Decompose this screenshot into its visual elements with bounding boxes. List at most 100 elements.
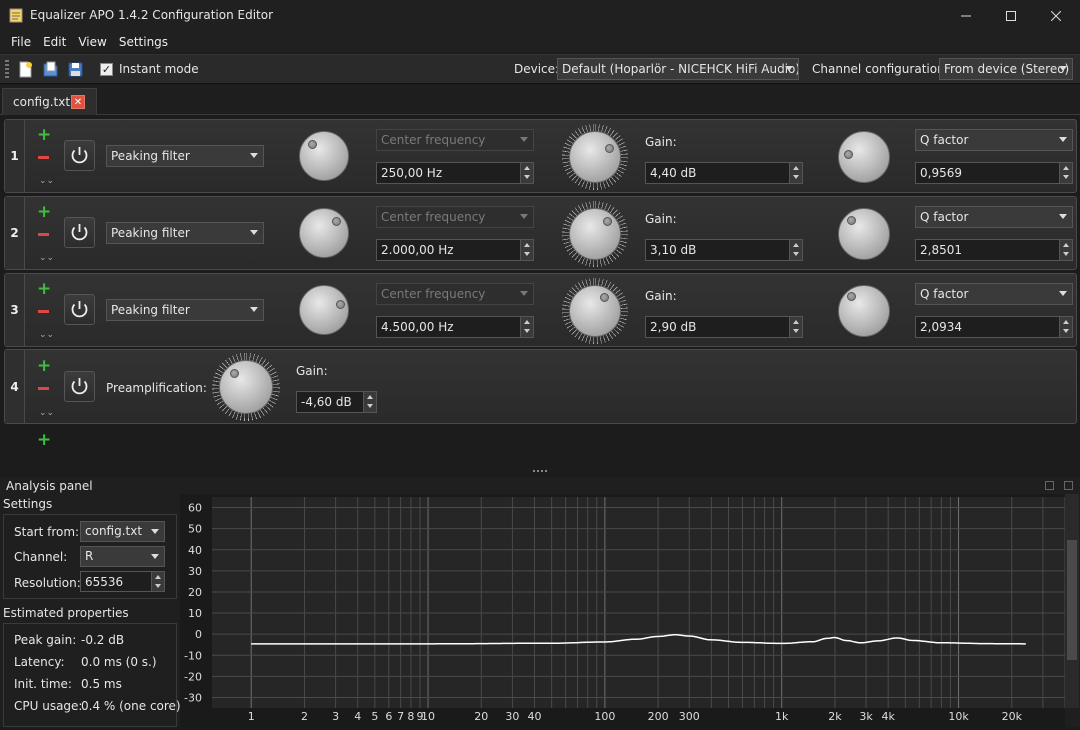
add-filter-icon[interactable]: +	[37, 127, 51, 144]
expand-icon[interactable]: ⌄⌄	[39, 330, 54, 340]
filter-number: 4	[5, 350, 25, 423]
start-from-select[interactable]: config.txt	[80, 521, 165, 542]
gain-input[interactable]: 3,10 dB	[645, 239, 803, 261]
frequency-value: 4.500,00 Hz	[381, 320, 454, 334]
gain-input[interactable]: 2,90 dB	[645, 316, 803, 338]
remove-filter-icon[interactable]	[38, 387, 49, 390]
menu-file[interactable]: File	[6, 32, 36, 53]
spin-buttons[interactable]	[789, 317, 802, 337]
spin-buttons[interactable]	[520, 240, 533, 260]
frequency-mode-select: Center frequency	[376, 283, 534, 305]
spin-buttons[interactable]	[789, 163, 802, 183]
gain-value: 4,40 dB	[650, 166, 697, 180]
q-mode-select[interactable]: Q factor	[915, 206, 1073, 228]
spin-buttons[interactable]	[363, 392, 376, 412]
channel-config-select[interactable]: From device (Stereo)	[939, 58, 1073, 80]
frequency-knob[interactable]	[299, 131, 349, 181]
spin-buttons[interactable]	[520, 317, 533, 337]
remove-filter-icon[interactable]	[38, 233, 49, 236]
frequency-input[interactable]: 2.000,00 Hz	[376, 239, 534, 261]
frequency-input[interactable]: 4.500,00 Hz	[376, 316, 534, 338]
y-tick-label: 10	[188, 607, 202, 620]
q-mode-select[interactable]: Q factor	[915, 283, 1073, 305]
spin-buttons[interactable]	[1059, 317, 1072, 337]
add-filter-icon[interactable]: +	[37, 358, 51, 375]
app-icon	[9, 8, 23, 23]
remove-filter-icon[interactable]	[38, 156, 49, 159]
spin-buttons[interactable]	[1059, 240, 1072, 260]
close-panel-icon[interactable]	[1064, 481, 1073, 490]
frequency-input[interactable]: 250,00 Hz	[376, 162, 534, 184]
frequency-knob[interactable]	[299, 285, 349, 335]
q-factor-knob[interactable]	[838, 131, 890, 183]
filter-type-select[interactable]: Peaking filter	[106, 222, 264, 244]
spin-buttons[interactable]	[1059, 163, 1072, 183]
q-mode-select[interactable]: Q factor	[915, 129, 1073, 151]
gain-knob[interactable]	[569, 285, 621, 337]
instant-mode-checkbox[interactable]: ✓	[100, 63, 113, 76]
filter-row: 3 + ⌄⌄ Peaking filter Center frequency 4…	[4, 273, 1077, 347]
power-toggle-button[interactable]	[64, 371, 95, 402]
add-filter-icon[interactable]: +	[37, 281, 51, 298]
preamp-gain-input[interactable]: -4,60 dB	[296, 391, 377, 413]
close-button[interactable]	[1033, 0, 1079, 32]
toolbar-grip[interactable]	[5, 60, 9, 80]
frequency-knob[interactable]	[299, 208, 349, 258]
graph-vertical-scrollbar[interactable]	[1065, 494, 1079, 708]
close-tab-icon[interactable]: ✕	[71, 95, 85, 109]
q-factor-input[interactable]: 2,0934	[915, 316, 1073, 338]
y-tick-label: -10	[184, 649, 202, 662]
expand-icon[interactable]: ⌄⌄	[39, 176, 54, 186]
x-tick-label: 1	[248, 710, 255, 723]
maximize-button[interactable]	[988, 0, 1034, 32]
scrollbar-thumb[interactable]	[1067, 540, 1077, 660]
gain-knob[interactable]	[569, 131, 621, 183]
add-filter-icon[interactable]: +	[37, 204, 51, 221]
panel-splitter[interactable]	[0, 466, 1080, 476]
knob-indicator	[847, 292, 856, 301]
preamp-gain-knob[interactable]	[219, 360, 273, 414]
menu-edit[interactable]: Edit	[38, 32, 71, 53]
open-file-icon[interactable]	[42, 61, 59, 78]
gain-input[interactable]: 4,40 dB	[645, 162, 803, 184]
spin-buttons[interactable]	[151, 572, 164, 591]
spin-buttons[interactable]	[520, 163, 533, 183]
frequency-response-graph[interactable]: 60 50 40 30 20 10 0 -10 -20 -30 1 2 3 4 5 6 7 8 9 10 20 30 40 1…	[180, 494, 1066, 727]
minimize-button[interactable]	[943, 0, 989, 32]
menu-settings[interactable]: Settings	[114, 32, 173, 53]
channel-config-label: Channel configuration:	[812, 62, 949, 76]
gain-knob[interactable]	[569, 208, 621, 260]
q-factor-knob[interactable]	[838, 208, 890, 260]
new-file-icon[interactable]	[17, 61, 34, 78]
expand-icon[interactable]: ⌄⌄	[39, 253, 54, 263]
power-toggle-button[interactable]	[64, 217, 95, 248]
tab-bar: config.txt ✕	[0, 85, 1080, 115]
frequency-mode-select: Center frequency	[376, 206, 534, 228]
x-tick-label: 8	[407, 710, 414, 723]
q-factor-input[interactable]: 2,8501	[915, 239, 1073, 261]
q-factor-knob[interactable]	[838, 285, 890, 337]
chevron-down-icon	[1059, 291, 1067, 296]
device-select[interactable]: Default (Hoparlör - NICEHCK HiFi Audio)	[557, 58, 799, 80]
channel-select[interactable]: R	[80, 546, 165, 567]
add-filter-bottom-icon[interactable]: +	[37, 432, 51, 449]
remove-filter-icon[interactable]	[38, 310, 49, 313]
start-from-label: Start from:	[14, 525, 80, 539]
float-panel-icon[interactable]	[1045, 481, 1054, 490]
menu-view[interactable]: View	[73, 32, 111, 53]
filter-type-value: Peaking filter	[111, 149, 190, 163]
tab-config[interactable]: config.txt ✕	[2, 88, 97, 115]
spin-buttons[interactable]	[789, 240, 802, 260]
power-toggle-button[interactable]	[64, 140, 95, 171]
settings-title: Settings	[3, 497, 53, 511]
save-file-icon[interactable]	[67, 61, 84, 78]
x-tick-label: 4	[354, 710, 361, 723]
power-toggle-button[interactable]	[64, 294, 95, 325]
filter-type-select[interactable]: Peaking filter	[106, 299, 264, 321]
resolution-input[interactable]: 65536	[80, 571, 165, 592]
preamp-gain-value: -4,60 dB	[301, 395, 352, 409]
expand-icon[interactable]: ⌄⌄	[39, 408, 54, 418]
q-factor-input[interactable]: 0,9569	[915, 162, 1073, 184]
x-tick-label: 1k	[775, 710, 789, 723]
filter-type-select[interactable]: Peaking filter	[106, 145, 264, 167]
